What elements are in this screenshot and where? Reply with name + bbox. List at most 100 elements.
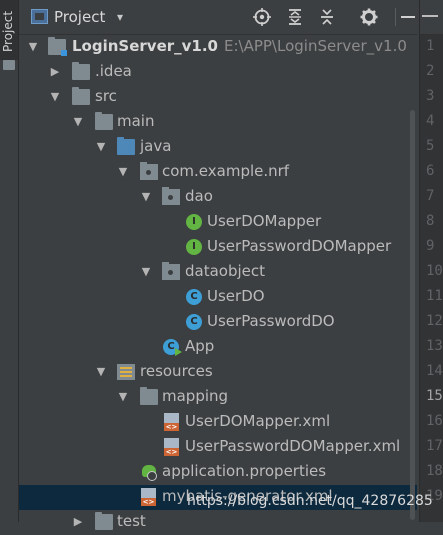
xml-file-icon bbox=[141, 488, 156, 506]
hide-icon[interactable] bbox=[401, 6, 415, 28]
tree-item-path: E:\APP\LoginServer_v1.0 bbox=[224, 37, 407, 55]
chevron-down-icon[interactable]: ▼ bbox=[27, 40, 39, 54]
line-number: 12 bbox=[426, 313, 443, 329]
tree-item-label: UserPasswordDO bbox=[207, 312, 335, 330]
tree-item-label: resources bbox=[140, 362, 213, 380]
tree-item-label: mapping bbox=[162, 387, 229, 405]
toolbar-divider bbox=[395, 8, 396, 26]
line-number: 8 bbox=[426, 213, 435, 229]
tree-item-application-properties[interactable]: application.properties bbox=[19, 460, 417, 485]
xml-file-icon bbox=[164, 413, 179, 431]
folder-icon bbox=[3, 60, 15, 70]
chevron-down-icon[interactable]: ▼ bbox=[117, 165, 129, 179]
project-window-icon bbox=[31, 9, 48, 24]
chevron-down-icon[interactable]: ▼ bbox=[49, 90, 61, 104]
interface-icon: I bbox=[186, 239, 202, 255]
tree-item-dao[interactable]: ▼ dao bbox=[19, 185, 417, 210]
tree-item-test[interactable]: ▶ test bbox=[19, 510, 417, 535]
tree-item-mapping[interactable]: ▼ mapping bbox=[19, 385, 417, 410]
editor-gutter: 1 2 3 4 5 6 7 8 9 10 11 12 13 14 15 16 1… bbox=[419, 0, 443, 522]
line-number: 1 bbox=[426, 38, 435, 54]
tree-item-label: UserDOMapper bbox=[207, 212, 322, 230]
line-number: 18 bbox=[426, 463, 443, 479]
tree-item-java[interactable]: ▼ java bbox=[19, 135, 417, 160]
tree-item-label: application.properties bbox=[162, 462, 327, 480]
line-number: 3 bbox=[426, 88, 435, 104]
tree-item-userdo[interactable]: C UserDO bbox=[19, 285, 417, 310]
tree-item-userpassworddo[interactable]: C UserPasswordDO bbox=[19, 310, 417, 335]
interface-icon: I bbox=[186, 214, 202, 230]
project-tool-tab-label: Project bbox=[1, 10, 15, 52]
chevron-down-icon[interactable]: ▼ bbox=[72, 115, 84, 129]
tree-item-label: test bbox=[117, 512, 146, 530]
line-number: 9 bbox=[426, 238, 435, 254]
tree-item-src[interactable]: ▼ src bbox=[19, 85, 417, 110]
chevron-down-icon[interactable]: ▼ bbox=[95, 365, 107, 379]
line-number: 13 bbox=[426, 338, 443, 354]
line-number: 5 bbox=[426, 138, 435, 154]
project-tool-tab[interactable]: Project bbox=[0, 0, 18, 60]
tree-item-userdomapper[interactable]: I UserDOMapper bbox=[19, 210, 417, 235]
source-folder-icon bbox=[117, 137, 135, 155]
tree-item-label: src bbox=[95, 87, 117, 105]
tree-item-com-example-nrf[interactable]: ▼ com.example.nrf bbox=[19, 160, 417, 185]
package-icon bbox=[140, 162, 158, 180]
locate-icon[interactable] bbox=[251, 6, 273, 28]
chevron-down-icon[interactable]: ▾ bbox=[117, 10, 123, 24]
tree-item-dataobject[interactable]: ▼ dataobject bbox=[19, 260, 417, 285]
package-icon bbox=[162, 262, 180, 280]
class-icon: C bbox=[186, 314, 202, 330]
tree-item-label: UserPasswordDOMapper.xml bbox=[185, 437, 401, 455]
tree-item-label: UserPasswordDOMapper bbox=[207, 237, 392, 255]
line-number: 10 bbox=[426, 263, 443, 279]
line-number: 16 bbox=[426, 413, 443, 429]
tree-item-userpassworddomapper-xml[interactable]: UserPasswordDOMapper.xml bbox=[19, 435, 417, 460]
properties-file-icon bbox=[140, 464, 158, 481]
chevron-down-icon[interactable]: ▼ bbox=[140, 190, 152, 204]
project-toolbar: Project ▾ bbox=[19, 0, 417, 35]
tree-item-label: LoginServer_v1.0 bbox=[72, 37, 218, 55]
tree-item-label: dao bbox=[185, 187, 213, 205]
line-number: 2 bbox=[426, 63, 435, 79]
tree-item-project-root[interactable]: ▼ LoginServer_v1.0 E:\APP\LoginServer_v1.… bbox=[19, 35, 417, 60]
tool-window-strip: Project bbox=[0, 0, 19, 522]
project-view-title[interactable]: Project bbox=[54, 8, 105, 26]
tree-item-label: UserDOMapper.xml bbox=[185, 412, 331, 430]
collapse-all-icon[interactable] bbox=[316, 6, 338, 28]
tree-item-label: main bbox=[117, 112, 155, 130]
tree-item-userpassworddomapper[interactable]: I UserPasswordDOMapper bbox=[19, 235, 417, 260]
package-icon bbox=[162, 187, 180, 205]
chevron-right-icon[interactable]: ▶ bbox=[72, 515, 84, 529]
chevron-down-icon[interactable]: ▼ bbox=[117, 390, 129, 404]
resources-folder-icon bbox=[117, 364, 135, 380]
chevron-right-icon[interactable]: ▶ bbox=[49, 65, 61, 79]
tree-item-resources[interactable]: ▼ resources bbox=[19, 360, 417, 385]
line-number-active: 15 bbox=[426, 388, 443, 404]
line-number: 4 bbox=[426, 113, 435, 129]
tree-item-main[interactable]: ▼ main bbox=[19, 110, 417, 135]
line-number: 11 bbox=[426, 288, 443, 304]
folder-icon bbox=[140, 387, 158, 405]
folder-icon bbox=[95, 112, 113, 130]
module-folder-icon bbox=[48, 37, 67, 56]
line-number: 17 bbox=[426, 438, 443, 454]
folder-icon bbox=[95, 512, 113, 530]
tree-scrollbar[interactable] bbox=[410, 110, 415, 520]
tree-item-app[interactable]: C App bbox=[19, 335, 417, 360]
watermark: https://blog.csdn.net/qq_42876285 bbox=[187, 493, 433, 509]
class-icon: C bbox=[186, 289, 202, 305]
gear-icon[interactable] bbox=[358, 6, 380, 28]
tree-item-userdomapper-xml[interactable]: UserDOMapper.xml bbox=[19, 410, 417, 435]
expand-all-icon[interactable] bbox=[284, 6, 306, 28]
chevron-down-icon[interactable]: ▼ bbox=[140, 265, 152, 279]
tree-item-label: dataobject bbox=[185, 262, 266, 280]
tree-item-idea[interactable]: ▶ .idea bbox=[19, 60, 417, 85]
project-tree: ▼ LoginServer_v1.0 E:\APP\LoginServer_v1.… bbox=[19, 35, 417, 530]
tree-item-label: java bbox=[140, 137, 172, 155]
tree-item-label: .idea bbox=[95, 62, 132, 80]
folder-icon bbox=[72, 62, 90, 80]
chevron-down-icon[interactable]: ▼ bbox=[95, 140, 107, 154]
tree-item-label: UserDO bbox=[207, 287, 265, 305]
xml-file-icon bbox=[164, 438, 179, 456]
line-number: 14 bbox=[426, 363, 443, 379]
